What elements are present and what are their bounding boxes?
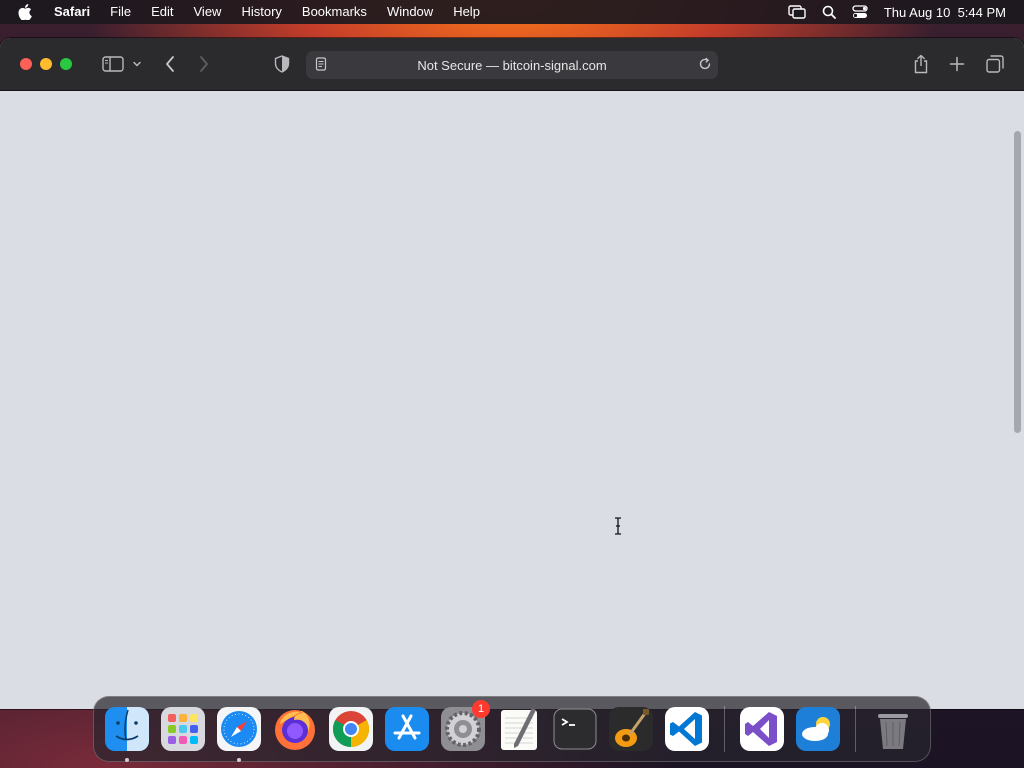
- menu-file[interactable]: File: [100, 0, 141, 24]
- dock-launchpad[interactable]: [158, 704, 208, 754]
- menu-bar: Safari File Edit View History Bookmarks …: [0, 0, 1024, 24]
- dock-app-store[interactable]: [382, 704, 432, 754]
- firefox-icon: [275, 710, 315, 750]
- chevron-down-icon[interactable]: [132, 60, 142, 68]
- address-text: Not Secure — bitcoin-signal.com: [417, 57, 607, 73]
- running-indicator: [237, 758, 241, 762]
- window-controls: [20, 58, 72, 70]
- dock-firefox[interactable]: [270, 704, 320, 754]
- page-menu-icon[interactable]: [315, 57, 327, 74]
- dock-garageband[interactable]: [606, 704, 656, 754]
- forward-icon[interactable]: [198, 55, 210, 73]
- screen-mirroring-icon[interactable]: [788, 5, 806, 19]
- control-center-icon[interactable]: [852, 5, 868, 19]
- sidebar-toggle-icon[interactable]: [102, 56, 124, 72]
- trash-icon: [878, 714, 908, 749]
- dock-chrome[interactable]: [326, 704, 376, 754]
- text-cursor-icon: [613, 517, 623, 540]
- dock-textedit[interactable]: [494, 704, 544, 754]
- running-indicator: [125, 758, 129, 762]
- reload-icon[interactable]: [698, 57, 712, 74]
- tab-overview-icon[interactable]: [986, 55, 1004, 73]
- textedit-icon: [501, 708, 537, 750]
- zoom-window-button[interactable]: [60, 58, 72, 70]
- terminal-icon: [553, 708, 597, 750]
- address-bar[interactable]: Not Secure — bitcoin-signal.com: [306, 51, 718, 79]
- back-icon[interactable]: [164, 55, 176, 73]
- dock-separator: [855, 706, 856, 752]
- dock-visual-studio[interactable]: [737, 704, 787, 754]
- menu-app-name[interactable]: Safari: [50, 0, 100, 24]
- vscode-icon: [665, 707, 709, 751]
- safari-icon: [217, 707, 261, 751]
- visual-studio-icon: [740, 707, 784, 751]
- guitar-icon: [609, 707, 653, 751]
- safari-window: Not Secure — bitcoin-signal.com: [0, 38, 1024, 709]
- dock-safari[interactable]: [214, 704, 264, 762]
- privacy-shield-icon[interactable]: [274, 55, 290, 73]
- launchpad-icon: [161, 707, 205, 751]
- chrome-icon: [329, 707, 373, 751]
- menu-view[interactable]: View: [184, 0, 232, 24]
- apple-menu-icon[interactable]: [0, 4, 50, 20]
- app-store-icon: [385, 707, 429, 751]
- menubar-clock[interactable]: Thu Aug 10 5:44 PM: [884, 5, 1006, 20]
- menu-edit[interactable]: Edit: [141, 0, 183, 24]
- dock-separator: [724, 706, 725, 752]
- browser-toolbar: Not Secure — bitcoin-signal.com: [0, 38, 1024, 91]
- minimize-window-button[interactable]: [40, 58, 52, 70]
- dock-trash[interactable]: [868, 704, 918, 754]
- new-tab-icon[interactable]: [949, 56, 965, 72]
- web-content[interactable]: [0, 91, 1024, 709]
- dock-terminal[interactable]: [550, 704, 600, 754]
- dock-vscode[interactable]: [662, 704, 712, 754]
- finder-icon: [105, 707, 149, 751]
- share-icon[interactable]: [912, 54, 930, 74]
- close-window-button[interactable]: [20, 58, 32, 70]
- menu-help[interactable]: Help: [443, 0, 490, 24]
- menu-bookmarks[interactable]: Bookmarks: [292, 0, 377, 24]
- menu-history[interactable]: History: [231, 0, 291, 24]
- dock-weather[interactable]: [793, 704, 843, 754]
- vertical-scrollbar[interactable]: [1014, 131, 1021, 433]
- dock-finder[interactable]: [102, 704, 152, 762]
- menu-window[interactable]: Window: [377, 0, 443, 24]
- spotlight-search-icon[interactable]: [822, 5, 836, 19]
- notification-badge: 1: [472, 700, 490, 718]
- weather-icon: [796, 707, 840, 751]
- dock: 1: [93, 696, 931, 762]
- dock-system-settings[interactable]: 1: [438, 700, 490, 754]
